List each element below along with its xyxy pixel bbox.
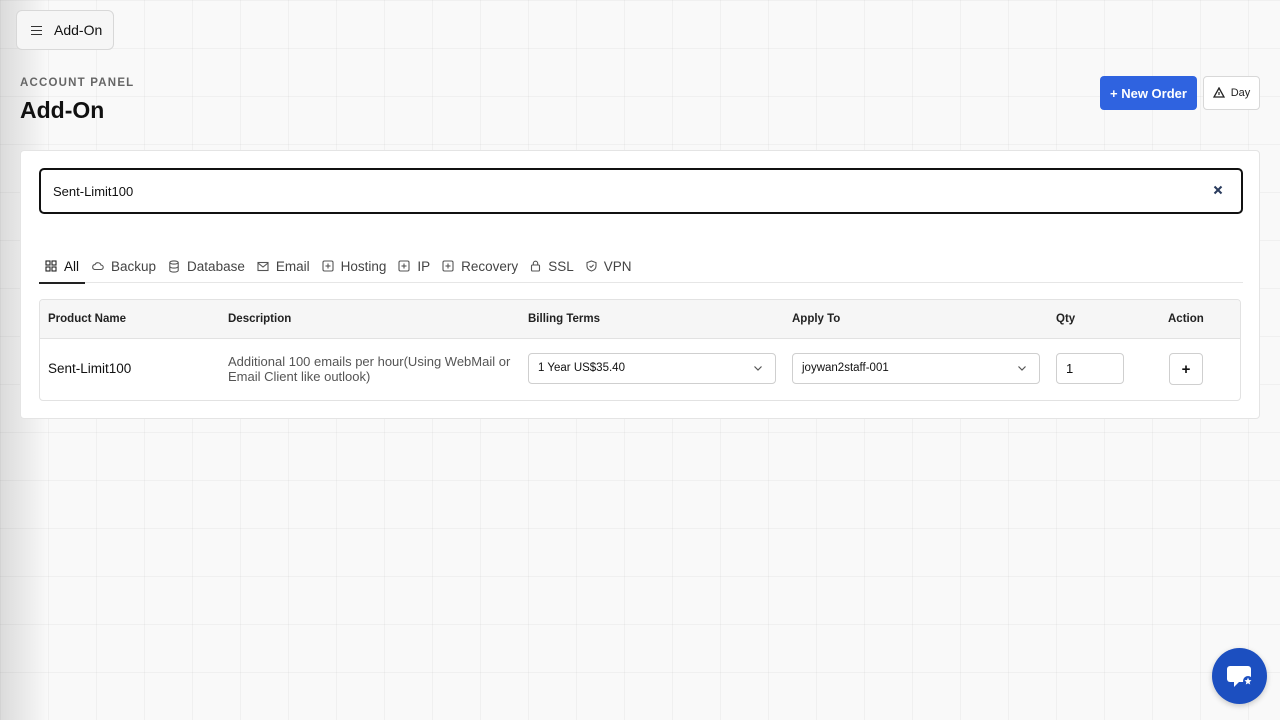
close-icon xyxy=(1213,185,1223,195)
column-header-billing: Billing Terms xyxy=(528,313,600,325)
addon-card: All Backup Database Email xyxy=(20,150,1260,419)
product-description: Additional 100 emails per hour(Using Web… xyxy=(228,354,511,384)
new-order-button[interactable]: + New Order xyxy=(1100,76,1197,110)
tab-label: SSL xyxy=(548,258,574,274)
mail-icon xyxy=(257,261,269,271)
table-row: Sent-Limit100 Additional 100 emails per … xyxy=(40,339,1240,400)
chat-support-button[interactable] xyxy=(1212,648,1267,704)
column-header-action: Action xyxy=(1168,313,1204,325)
sun-icon xyxy=(1212,87,1225,98)
tab-backup[interactable]: Backup xyxy=(85,249,162,283)
billing-terms-value: 1 Year US$35.40 xyxy=(538,362,625,374)
tab-label: Hosting xyxy=(340,258,387,274)
category-tabs: All Backup Database Email Hosting IP Rec… xyxy=(39,249,1243,284)
column-header-apply-to: Apply To xyxy=(792,313,841,325)
tab-label: Recovery xyxy=(461,258,519,274)
tab-all[interactable]: All xyxy=(39,249,86,284)
page-title: Add-On xyxy=(20,97,105,123)
chat-support-icon xyxy=(1226,666,1253,687)
tab-hosting[interactable]: Hosting xyxy=(316,249,393,283)
tab-ssl[interactable]: SSL xyxy=(524,249,580,283)
shield-icon xyxy=(586,260,597,272)
product-name: Sent-Limit100 xyxy=(48,361,132,376)
grid-icon xyxy=(45,260,57,272)
addon-table: Product Name Description Billing Terms A… xyxy=(39,299,1241,401)
tab-database[interactable]: Database xyxy=(162,249,251,283)
search-box xyxy=(39,168,1243,214)
tab-label: All xyxy=(64,258,80,274)
database-icon xyxy=(169,259,179,273)
lock-icon xyxy=(531,260,541,272)
tab-recovery[interactable]: Recovery xyxy=(436,249,524,283)
plus-square-icon xyxy=(398,260,410,272)
menu-toggle-button[interactable]: Add-On xyxy=(16,10,114,50)
tab-vpn[interactable]: VPN xyxy=(580,249,638,283)
tab-label: IP xyxy=(417,258,431,274)
add-to-order-button[interactable]: + xyxy=(1169,353,1203,385)
tab-label: VPN xyxy=(603,258,632,274)
chevron-down-icon xyxy=(1018,366,1026,371)
chevron-down-icon xyxy=(754,366,762,371)
hamburger-icon xyxy=(31,25,42,35)
plus-square-icon xyxy=(442,260,454,272)
section-eyebrow: ACCOUNT PANEL xyxy=(20,77,135,89)
column-header-description: Description xyxy=(228,313,292,325)
tab-label: Email xyxy=(275,258,310,274)
tab-ip[interactable]: IP xyxy=(392,249,436,283)
apply-to-select[interactable]: joywan2staff-001 xyxy=(792,353,1040,384)
clear-search-button[interactable] xyxy=(1209,181,1227,199)
quantity-input[interactable] xyxy=(1056,353,1124,384)
tab-label: Backup xyxy=(111,258,157,274)
column-header-qty: Qty xyxy=(1056,313,1076,325)
table-header: Product Name Description Billing Terms A… xyxy=(40,300,1240,339)
cloud-icon xyxy=(92,262,104,271)
menu-toggle-label: Add-On xyxy=(54,22,103,38)
billing-terms-select[interactable]: 1 Year US$35.40 xyxy=(528,353,776,384)
plus-square-icon xyxy=(322,260,334,272)
search-input[interactable] xyxy=(53,170,1193,212)
column-header-product: Product Name xyxy=(48,313,126,325)
theme-toggle-button[interactable]: Day xyxy=(1203,76,1260,110)
tab-label: Database xyxy=(187,258,245,274)
tab-email[interactable]: Email xyxy=(251,249,316,283)
apply-to-value: joywan2staff-001 xyxy=(802,362,889,374)
theme-toggle-label: Day xyxy=(1230,87,1251,99)
